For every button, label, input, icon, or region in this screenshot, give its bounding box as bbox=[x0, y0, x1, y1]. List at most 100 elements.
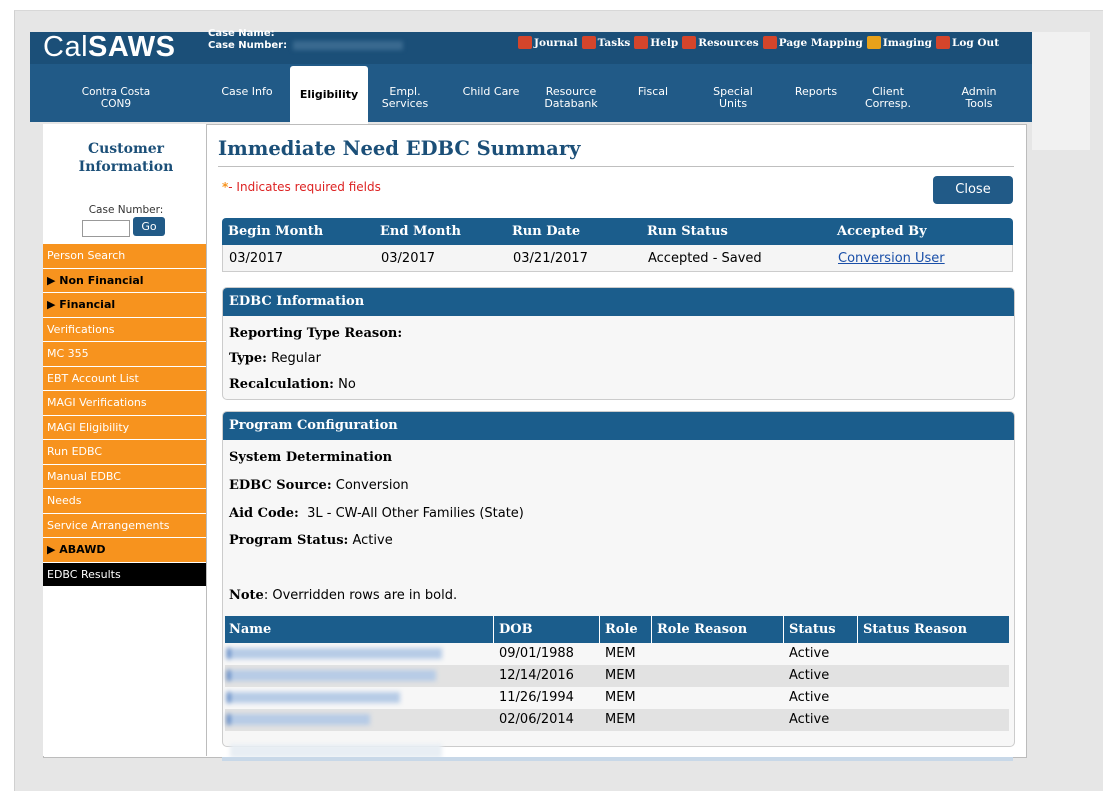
recalculation-label: Recalculation: bbox=[229, 377, 334, 392]
system-determination-label: System Determination bbox=[229, 450, 392, 465]
sidebar-item-edbc-results[interactable]: EDBC Results bbox=[43, 562, 206, 587]
type-field: Type: Regular bbox=[229, 351, 321, 366]
sidebar-item-service-arrangements[interactable]: Service Arrangements bbox=[43, 513, 206, 538]
county-code: CON9 bbox=[100, 98, 132, 110]
accepted-by-link[interactable]: Conversion User bbox=[838, 245, 945, 272]
tab-special[interactable]: Special Units bbox=[700, 86, 766, 110]
tab-label-line2: Services bbox=[381, 97, 429, 110]
tab-admin[interactable]: Admin Tools bbox=[948, 86, 1010, 110]
go-button[interactable]: Go bbox=[133, 217, 165, 236]
table-row: 12/14/2016 MEM Active bbox=[225, 665, 1009, 687]
close-button[interactable]: Close bbox=[933, 176, 1013, 204]
note-text: : Overridden rows are in bold. bbox=[263, 588, 458, 603]
col-end-month: End Month bbox=[380, 224, 461, 239]
toplink-help[interactable]: Help bbox=[634, 36, 678, 49]
member-status-value: Active bbox=[789, 690, 830, 705]
recalculation-field: Recalculation: No bbox=[229, 377, 356, 392]
sidebar-item-magi-eligibility[interactable]: MAGI Eligibility bbox=[43, 415, 206, 440]
tab-eligibility[interactable]: Eligibility bbox=[290, 66, 368, 124]
tab-fiscal[interactable]: Fiscal bbox=[628, 86, 678, 98]
member-status-value: Active bbox=[789, 668, 830, 683]
toplink-journal[interactable]: Journal bbox=[518, 36, 578, 49]
col-run-date: Run Date bbox=[512, 224, 581, 239]
sidebar-menu: Person Search ▶ Non Financial ▶ Financial V… bbox=[43, 244, 206, 587]
tab-label: Case Info bbox=[212, 86, 282, 98]
toplink-label: Journal bbox=[534, 36, 578, 49]
sidebar-item-financial[interactable]: ▶ Financial bbox=[43, 293, 206, 318]
sidebar-item-manual-edbc[interactable]: Manual EDBC bbox=[43, 464, 206, 489]
reporting-type-reason-label: Reporting Type Reason: bbox=[229, 326, 403, 341]
member-name-link-redacted[interactable] bbox=[227, 692, 400, 703]
tab-client[interactable]: Client Corresp. bbox=[854, 86, 922, 110]
edbc-information-title: EDBC Information bbox=[223, 288, 1014, 316]
toplink-imaging[interactable]: Imaging bbox=[866, 36, 932, 49]
member-name-link-redacted[interactable] bbox=[227, 648, 442, 659]
case-number-input[interactable] bbox=[82, 220, 130, 237]
col-dob: DOB bbox=[499, 622, 533, 637]
end-month-value: 03/2017 bbox=[381, 251, 436, 266]
summary-row: 03/2017 03/2017 03/21/2017 Accepted - Sa… bbox=[222, 245, 1013, 272]
toplink-label: Help bbox=[650, 36, 679, 49]
next-section-edge bbox=[222, 757, 1013, 761]
tab-case-info[interactable]: Case Info bbox=[212, 86, 282, 98]
member-name-link-redacted[interactable] bbox=[227, 714, 370, 725]
tab-label: Client Corresp. bbox=[854, 86, 922, 110]
member-dob-value: 09/01/1988 bbox=[499, 646, 574, 661]
member-name-cell bbox=[227, 643, 442, 665]
col-accepted-by: Accepted By bbox=[837, 224, 927, 239]
sidebar-item-ebt-account-list[interactable]: EBT Account List bbox=[43, 366, 206, 391]
col-begin-month: Begin Month bbox=[228, 224, 324, 239]
member-dob-value: 11/26/1994 bbox=[499, 690, 574, 705]
member-dob-value: 12/14/2016 bbox=[499, 668, 574, 683]
summary-table: Begin Month End Month Run Date Run Statu… bbox=[222, 218, 1013, 272]
note-label: Note bbox=[229, 588, 264, 603]
tab-child-care[interactable]: Child Care bbox=[456, 86, 526, 98]
help-icon bbox=[634, 36, 649, 49]
sidebar-item-magi-verifications[interactable]: MAGI Verifications bbox=[43, 391, 206, 416]
toplink-page-mapping[interactable]: Page Mapping bbox=[762, 36, 863, 49]
member-name-link-redacted[interactable] bbox=[227, 670, 436, 681]
toplink-log-out[interactable]: Log Out bbox=[936, 36, 999, 49]
sidebar-item-person-search[interactable]: Person Search bbox=[43, 244, 206, 269]
member-status-value: Active bbox=[789, 712, 830, 727]
edbc-source-value: Conversion bbox=[335, 478, 409, 493]
tab-label: Resource Databank bbox=[535, 86, 607, 110]
sidebar-title-line1: Customer bbox=[87, 141, 165, 157]
tab-empl[interactable]: Empl. Services bbox=[380, 86, 430, 110]
sidebar-item-non-financial[interactable]: ▶ Non Financial bbox=[43, 268, 206, 293]
sidebar-item-mc-355[interactable]: MC 355 bbox=[43, 342, 206, 367]
member-role-value: MEM bbox=[605, 646, 636, 661]
tab-resource[interactable]: Resource Databank bbox=[535, 86, 607, 110]
toplink-resources[interactable]: Resources bbox=[682, 36, 759, 49]
sidebar-case-number-label: Case Number: bbox=[88, 204, 164, 216]
right-margin bbox=[1032, 32, 1090, 150]
members-header-row: Name DOB Role Role Reason Status Status … bbox=[225, 616, 1009, 643]
tab-label-line2: Units bbox=[718, 97, 748, 110]
run-status-value: Accepted - Saved bbox=[648, 251, 762, 266]
tasks-icon bbox=[581, 36, 596, 49]
required-text: - Indicates required fields bbox=[228, 180, 381, 194]
calsaws-logo: CalSAWS bbox=[43, 31, 176, 63]
tab-label-line2: Databank bbox=[544, 97, 598, 110]
run-date-value: 03/21/2017 bbox=[513, 251, 588, 266]
page-mapping-icon bbox=[762, 36, 777, 49]
tab-reports[interactable]: Reports bbox=[786, 86, 846, 98]
redacted-text bbox=[230, 744, 442, 758]
case-header: Case Name: Case Number: bbox=[208, 28, 404, 52]
sidebar-item-verifications[interactable]: Verifications bbox=[43, 317, 206, 342]
journal-icon bbox=[518, 36, 532, 49]
resources-icon bbox=[682, 36, 697, 49]
tab-label-line2: Tools bbox=[965, 97, 993, 110]
sidebar-item-needs[interactable]: Needs bbox=[43, 489, 206, 514]
program-status-value: Active bbox=[352, 533, 393, 548]
toplink-tasks[interactable]: Tasks bbox=[581, 36, 630, 49]
county-label: Contra Costa CON9 bbox=[46, 86, 186, 110]
col-divider bbox=[493, 616, 494, 643]
sidebar-item-abawd[interactable]: ▶ ABAWD bbox=[43, 538, 206, 563]
program-status-field: Program Status: Active bbox=[229, 533, 393, 548]
members-table: Name DOB Role Role Reason Status Status … bbox=[225, 616, 1009, 731]
case-number-label: Case Number: bbox=[208, 40, 288, 51]
member-name-cell bbox=[227, 709, 370, 731]
sidebar-title: Customer Information bbox=[46, 140, 206, 176]
sidebar-item-run-edbc[interactable]: Run EDBC bbox=[43, 440, 206, 465]
